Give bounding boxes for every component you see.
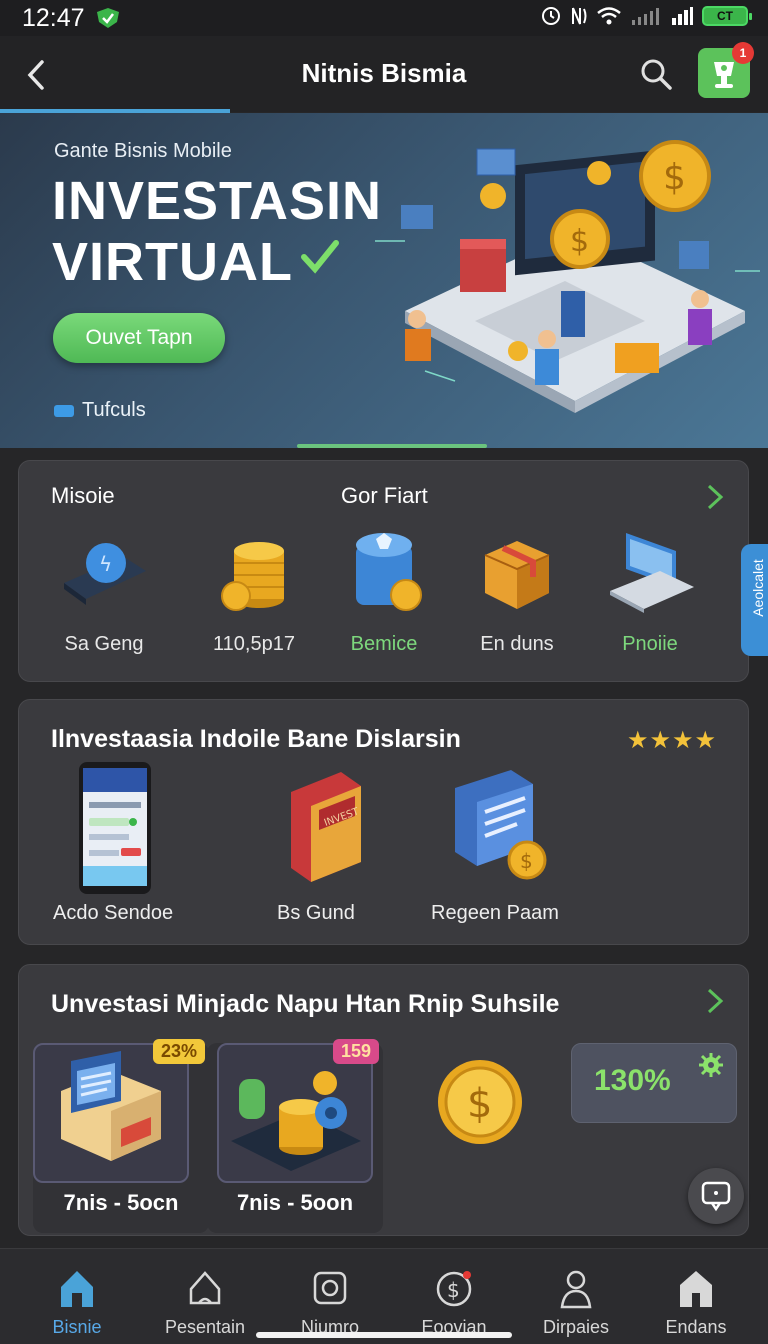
hero-title-line1: INVESTASIN: [52, 171, 383, 231]
coin-stack-icon: [221, 542, 284, 611]
tile-label: 7nis - 5ocn: [63, 1190, 179, 1215]
category-item[interactable]: ϟ Sa Geng: [39, 521, 169, 671]
category-label: Sa Geng: [64, 633, 144, 655]
side-tab-label: Aeolcalet: [750, 559, 766, 617]
status-time: 12:47: [22, 4, 85, 32]
package-icon: [484, 541, 550, 609]
featured-item[interactable]: INVEST Bs Gund: [277, 762, 381, 924]
nav-item-home[interactable]: Bisnie: [13, 1267, 141, 1338]
svg-text:$: $: [520, 849, 533, 873]
returns-tile[interactable]: 23% 7nis - 5ocn: [33, 1039, 209, 1233]
wallet-icon: ϟ: [64, 543, 146, 605]
chevron-right-icon[interactable]: [705, 987, 725, 1015]
tile-label: 7nis - 5oon: [236, 1190, 354, 1215]
hero-title-line2: VIRTUAL: [52, 232, 293, 292]
hero-kicker: Gante Bisnis Mobile: [54, 140, 232, 162]
tile-frame: [33, 1043, 189, 1183]
shield-check-icon: [97, 8, 119, 28]
featured-item[interactable]: $ Regeen Paam: [431, 762, 559, 924]
nav-item-profile[interactable]: Dirpaies: [512, 1267, 640, 1338]
store-icon: [680, 1271, 712, 1307]
featured-item-label: Acdo Sendoe: [53, 902, 174, 924]
nav-item-presentation[interactable]: Pesentain: [141, 1267, 269, 1338]
app-header: Nitnis Bismia 1: [0, 36, 768, 112]
book-icon: INVEST: [291, 772, 361, 882]
svg-text:$: $: [570, 224, 589, 259]
category-label: 110,5p17: [213, 633, 295, 655]
category-label-center: Gor Fiart: [341, 483, 428, 508]
nav-item-store[interactable]: Endans: [632, 1267, 760, 1338]
investment-illustration-icon: $ $: [375, 140, 760, 413]
tile-tag: 159: [333, 1039, 380, 1064]
category-label-left: Misoie: [51, 483, 115, 508]
category-item[interactable]: 110,5p17: [189, 521, 319, 671]
laptop-icon: [610, 533, 694, 613]
returns-card: Unvestasi Minjadc Napu Htan Rnip Suhsile…: [18, 964, 749, 1236]
returns-title: Unvestasi Minjadc Napu Htan Rnip Suhsile: [51, 990, 560, 1018]
home-icon: [61, 1271, 93, 1307]
bell-house-icon: [189, 1271, 221, 1305]
database-coin-icon: [356, 533, 422, 611]
featured-item[interactable]: Acdo Sendoe: [53, 762, 175, 924]
category-label: Pnoiie: [622, 633, 678, 655]
signal-weak-icon: [632, 8, 659, 25]
chat-fab-button[interactable]: [688, 1168, 744, 1224]
nav-label: Bisnie: [52, 1317, 102, 1337]
featured-item-label: Regeen Paam: [431, 902, 559, 924]
dollar-icon: $: [436, 1271, 472, 1307]
category-card: Misoie Gor Fiart ϟ Sa Geng 110,5p17 Bemi…: [18, 460, 749, 682]
tile-frame: [217, 1043, 373, 1183]
rating-stars: ★★★★: [627, 727, 718, 754]
bottom-nav: Bisnie Pesentain Niumro $ Eoovian Dirpai…: [0, 1248, 768, 1344]
signal-icon: [672, 7, 693, 25]
category-label: En duns: [480, 633, 554, 655]
category-item[interactable]: En duns: [452, 521, 582, 671]
nav-item-camera[interactable]: Niumro: [266, 1267, 394, 1338]
gear-icon: [699, 1053, 723, 1077]
side-tab[interactable]: Aeolcalet: [741, 544, 768, 656]
search-icon[interactable]: [640, 58, 672, 90]
battery-icon: CT: [702, 6, 752, 26]
coins-gear-icon: [231, 1071, 361, 1171]
check-icon: [301, 240, 339, 274]
hero-banner[interactable]: Gante Bisnis Mobile INVESTASIN VIRTUAL O…: [0, 113, 768, 448]
roi-badge: 130%: [571, 1043, 737, 1123]
nav-label: Endans: [665, 1317, 727, 1337]
cart-button[interactable]: 1: [698, 42, 754, 98]
svg-text:ϟ: ϟ: [99, 552, 112, 576]
returns-tile[interactable]: 159 7nis - 5oon: [207, 1039, 383, 1233]
nav-item-finance[interactable]: $ Eoovian: [390, 1267, 518, 1338]
nav-label: Dirpaies: [542, 1317, 610, 1337]
tutorial-icon: [54, 404, 74, 417]
category-label: Bemice: [350, 633, 418, 655]
tutorial-link[interactable]: Tufculs: [54, 399, 146, 422]
carousel-indicator: [297, 444, 487, 448]
featured-card: Ilnvestaasia Indoile Bane Dislarsin ★★★★…: [18, 699, 749, 945]
cart-badge: 1: [732, 42, 754, 64]
tile-tag: 23%: [153, 1039, 206, 1064]
wifi-icon: [597, 7, 621, 25]
svg-text:$: $: [467, 1081, 492, 1127]
home-indicator[interactable]: [256, 1332, 512, 1338]
category-item[interactable]: Bemice: [319, 521, 449, 671]
chevron-right-icon[interactable]: [705, 483, 725, 511]
phone-app-icon: [79, 762, 151, 894]
featured-title: Ilnvestaasia Indoile Bane Dislarsin: [51, 725, 461, 753]
svg-text:$: $: [663, 157, 686, 198]
roi-value: 130%: [594, 1064, 671, 1097]
camera-icon: [313, 1271, 347, 1305]
gold-coin-icon: $: [438, 1060, 522, 1144]
status-bar: 12:47 CT: [0, 0, 768, 36]
server-box-icon: [61, 1051, 161, 1161]
chat-icon: [701, 1181, 731, 1212]
hero-cta-button[interactable]: Ouvet Tapn: [53, 313, 225, 363]
svg-text:$: $: [447, 1278, 460, 1302]
alarm-icon: [542, 7, 560, 25]
tutorial-label: Tufculs: [82, 399, 146, 421]
nfc-icon: [572, 7, 587, 25]
nav-label: Pesentain: [164, 1317, 246, 1337]
category-item[interactable]: Pnoiie: [585, 521, 715, 671]
document-coin-icon: $: [455, 770, 547, 880]
user-icon: [560, 1270, 592, 1309]
